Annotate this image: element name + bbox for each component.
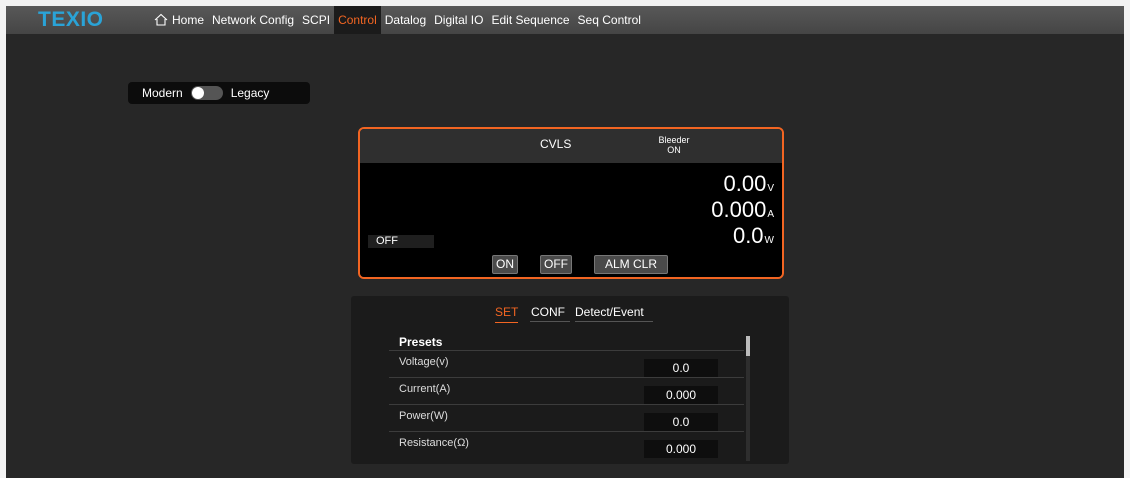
preset-row-voltage: Voltage(v) 0.0 <box>389 350 744 378</box>
nav-datalog[interactable]: Datalog <box>381 6 430 34</box>
power-value: 0.0 <box>732 223 764 248</box>
bleeder-label: Bleeder <box>658 135 690 145</box>
power-readout: 0.0W <box>733 223 774 249</box>
preset-row-resistance: Resistance(Ω) 0.000 <box>389 431 744 459</box>
settings-panel: SET CONF Detect/Event Presets Voltage(v)… <box>351 296 789 464</box>
operation-mode: CVLS <box>540 137 572 151</box>
preset-label: Voltage(v) <box>399 356 449 368</box>
modern-label: Modern <box>142 86 183 100</box>
current-value: 0.000 <box>711 197 767 222</box>
home-icon <box>154 13 168 26</box>
nav-seq-control[interactable]: Seq Control <box>574 6 645 34</box>
tab-underline <box>575 321 653 322</box>
current-input[interactable]: 0.000 <box>644 386 718 404</box>
nav-scpi[interactable]: SCPI <box>298 6 334 34</box>
preset-label: Current(A) <box>399 383 451 395</box>
top-nav-bar: TEXIO Home Network Config SCPI Control D… <box>6 6 1124 34</box>
mode-switch[interactable] <box>190 86 223 100</box>
scrollbar-thumb[interactable] <box>746 336 750 356</box>
ui-mode-toggle: Modern Legacy <box>128 82 310 104</box>
tab-set[interactable]: SET <box>495 305 519 323</box>
output-status-badge: OFF <box>368 235 434 248</box>
display-body: 0.00V 0.000A 0.0W OFF ON OFF ALM CLR <box>360 163 782 277</box>
current-readout: 0.000A <box>711 197 774 223</box>
preset-row-power: Power(W) 0.0 <box>389 404 744 432</box>
app-frame: TEXIO Home Network Config SCPI Control D… <box>6 6 1124 478</box>
voltage-value: 0.00 <box>723 171 767 196</box>
preset-label: Power(W) <box>399 410 448 422</box>
power-input[interactable]: 0.0 <box>644 413 718 431</box>
switch-knob <box>191 87 204 99</box>
display-header: CVLS Bleeder ON <box>360 129 782 163</box>
output-off-button[interactable]: OFF <box>540 255 572 274</box>
nav-digital-io[interactable]: Digital IO <box>430 6 487 34</box>
tab-underline <box>530 321 570 322</box>
main-nav: Home Network Config SCPI Control Datalog… <box>150 6 645 34</box>
nav-edit-sequence[interactable]: Edit Sequence <box>487 6 573 34</box>
tab-detect-event[interactable]: Detect/Event <box>575 305 644 322</box>
nav-control[interactable]: Control <box>334 6 381 34</box>
alarm-clear-button[interactable]: ALM CLR <box>594 255 668 274</box>
preset-row-current: Current(A) 0.000 <box>389 377 744 405</box>
voltage-unit: V <box>767 183 774 194</box>
presets-scrollbar[interactable] <box>746 336 750 461</box>
nav-network-config[interactable]: Network Config <box>208 6 298 34</box>
nav-home-label: Home <box>172 13 205 27</box>
voltage-input[interactable]: 0.0 <box>644 359 718 377</box>
voltage-readout: 0.00V <box>724 171 775 197</box>
output-on-button[interactable]: ON <box>492 255 518 274</box>
preset-label: Resistance(Ω) <box>399 437 469 449</box>
power-unit: W <box>764 235 774 246</box>
presets-heading: Presets <box>399 335 443 349</box>
texio-logo: TEXIO <box>38 8 104 31</box>
current-unit: A <box>767 209 774 220</box>
legacy-label: Legacy <box>230 86 270 100</box>
resistance-input[interactable]: 0.000 <box>644 440 718 458</box>
nav-home[interactable]: Home <box>150 6 208 34</box>
bleeder-state: ON <box>667 145 681 155</box>
output-display-panel: CVLS Bleeder ON 0.00V 0.000A 0.0W OFF ON… <box>358 127 784 279</box>
tab-conf[interactable]: CONF <box>531 305 565 322</box>
bleeder-status: Bleeder ON <box>654 135 694 155</box>
